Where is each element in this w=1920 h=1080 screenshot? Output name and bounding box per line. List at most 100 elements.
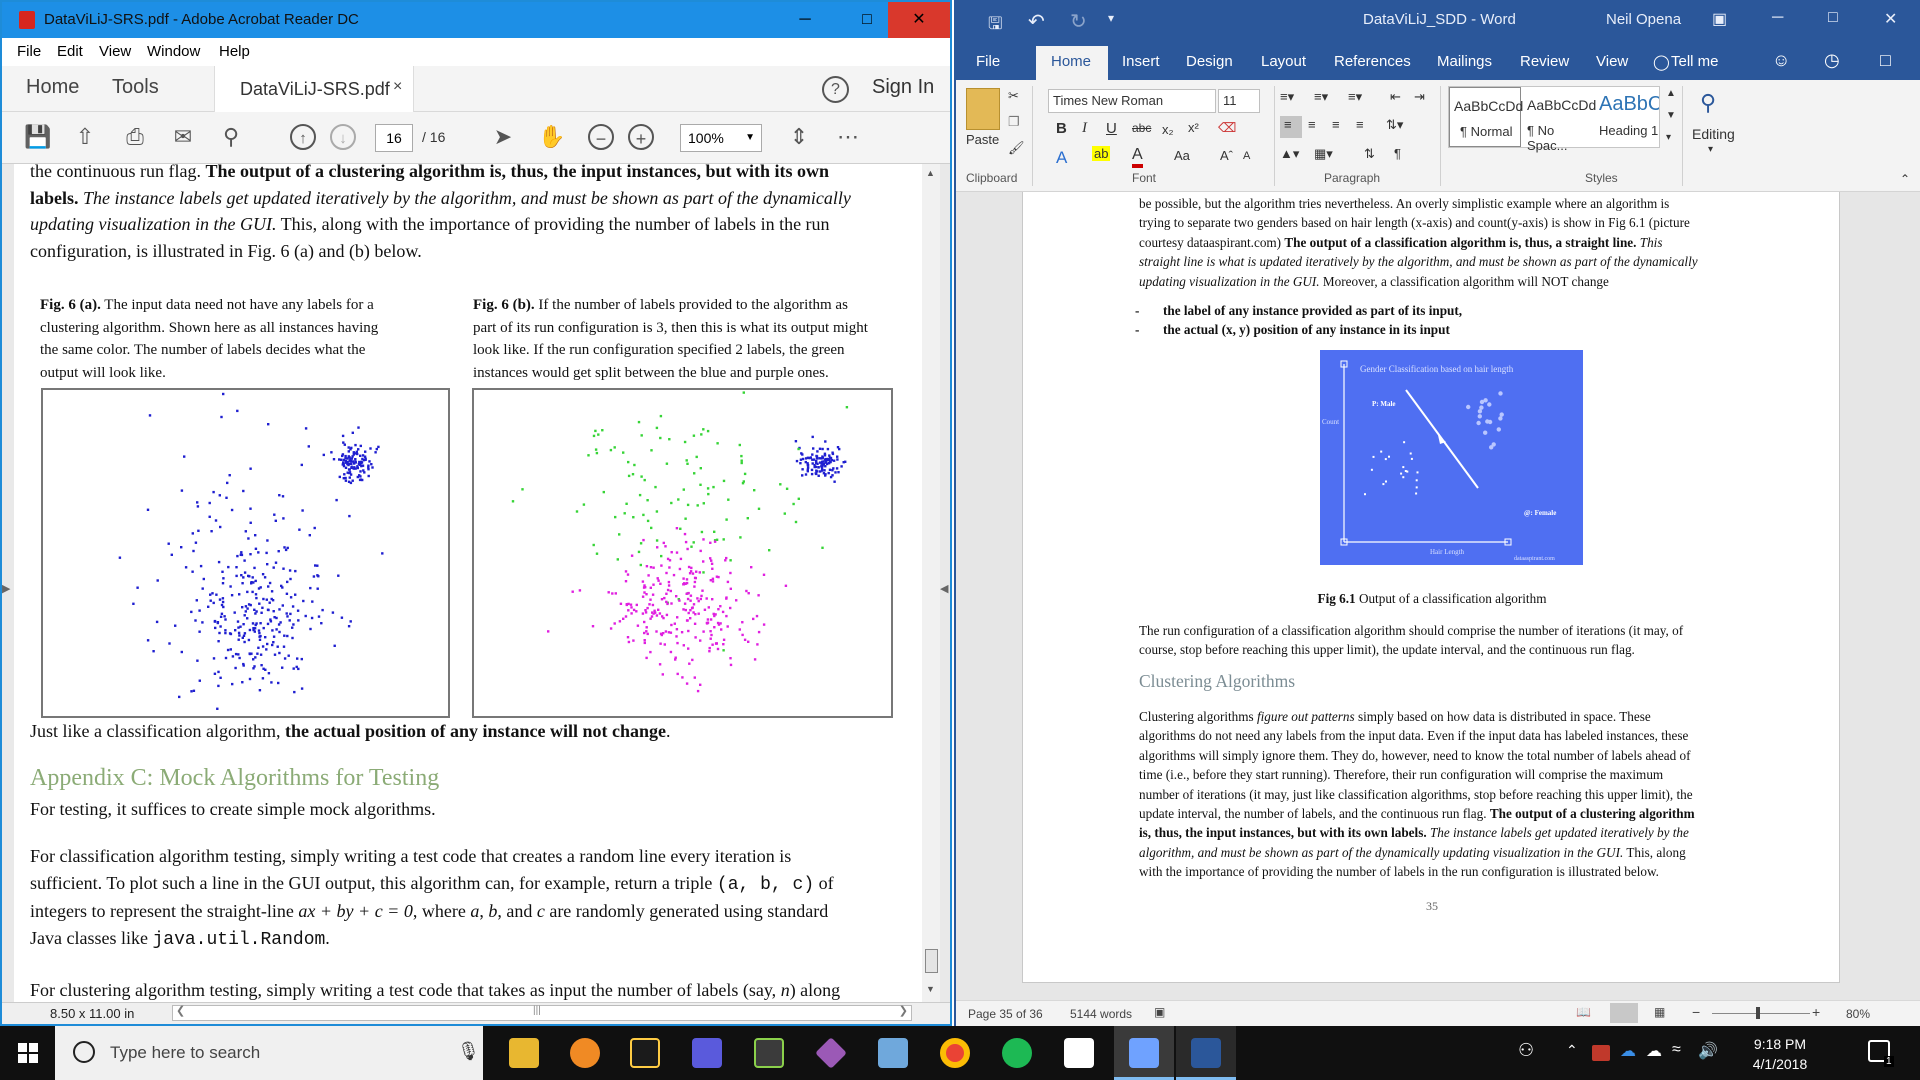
zoom-out-icon[interactable]: − [588,124,614,150]
increase-indent-icon[interactable]: ⇥ [1414,89,1425,105]
people-icon[interactable]: ⚇ [1518,1040,1534,1061]
scroll-thumb[interactable] [925,949,938,973]
zoom-in-icon[interactable]: + [628,124,654,150]
notepad-icon[interactable] [1064,1038,1094,1068]
tab-mailings[interactable]: Mailings [1437,53,1492,70]
clock[interactable]: 9:18 PM 4/1/2018 [1740,1034,1820,1074]
sort-icon[interactable]: ⇅ [1364,146,1375,162]
zoom-select[interactable]: 100% ▼ [680,124,762,152]
fit-page-icon[interactable]: ⇕ [786,124,812,150]
styles-scroll-up-icon[interactable]: ▲ [1666,88,1676,99]
upload-icon[interactable]: ⇧ [72,124,98,150]
paste-button[interactable]: Paste [966,132,999,147]
pdf-vertical-scrollbar[interactable]: ▲ ▼ [922,164,940,1002]
gitkraken-icon[interactable] [754,1038,784,1068]
style-no-spacing[interactable]: AaBbCcDd ¶ No Spac... [1521,87,1596,153]
cloud-icon[interactable]: ☁ [1646,1041,1662,1061]
grow-font-icon[interactable]: Aˆ [1220,148,1233,163]
tab-layout[interactable]: Layout [1261,53,1306,70]
bold-icon[interactable]: B [1056,120,1067,137]
align-left-icon[interactable]: ≡ [1280,116,1302,138]
find-icon[interactable]: ⚲ [1700,90,1716,116]
align-right-icon[interactable]: ≡ [1332,117,1340,132]
copy-icon[interactable]: ❐ [1008,114,1020,130]
gmail-icon[interactable] [1592,1045,1610,1061]
home-tab[interactable]: Home [26,76,79,99]
font-color-icon[interactable]: A [1132,146,1143,168]
bullets-icon[interactable]: ≡▾ [1280,89,1294,105]
minimize-button[interactable]: ─ [774,2,836,38]
onedrive-icon[interactable]: ☁ [1620,1041,1636,1061]
clear-formatting-icon[interactable]: ⌫ [1218,120,1236,136]
save-icon[interactable]: 💾 [24,124,51,150]
strikethrough-icon[interactable]: abc [1132,121,1151,135]
styles-scroll-down-icon[interactable]: ▼ [1666,110,1676,121]
intellij-icon[interactable] [630,1038,660,1068]
acrobat-taskbar-button[interactable] [1114,1026,1174,1080]
mail-icon[interactable]: ✉ [170,124,196,150]
format-painter-icon[interactable]: 🖌 [1008,140,1025,156]
undo-icon[interactable]: ↶ [1028,9,1045,34]
git-icon[interactable] [815,1037,847,1069]
document-tab[interactable]: DataViLiJ-SRS.pdf × [214,66,414,112]
print-icon[interactable]: ⎙ [122,124,148,150]
wifi-icon[interactable]: ≈ [1672,1041,1681,1059]
tab-close-icon[interactable]: × [393,78,402,96]
tab-insert[interactable]: Insert [1122,53,1160,70]
tools-tab[interactable]: Tools [112,76,159,99]
tab-design[interactable]: Design [1186,53,1233,70]
microphone-icon[interactable]: 🎙 [457,1041,480,1062]
comments-icon[interactable]: □ [1880,50,1891,71]
italic-icon[interactable]: I [1082,120,1087,137]
zoom-slider[interactable] [1712,1013,1810,1014]
editing-button[interactable]: Editing [1692,126,1735,142]
autosave-save-icon[interactable]: 🖫 [988,11,1002,40]
history-icon[interactable]: ◷ [1824,50,1840,71]
shrink-font-icon[interactable]: A [1243,150,1250,162]
zoom-out-icon[interactable]: − [1692,1004,1700,1020]
print-layout-icon[interactable] [1610,1003,1638,1023]
tell-me-box[interactable]: Tell me [1671,53,1719,70]
scroll-up-icon[interactable]: ▲ [926,168,935,178]
spotify-icon[interactable] [1002,1038,1032,1068]
line-spacing-icon[interactable]: ⇅▾ [1386,117,1403,133]
tab-view[interactable]: View [1596,53,1628,70]
app-icon[interactable] [692,1038,722,1068]
zoom-in-icon[interactable]: + [1812,1004,1820,1020]
scroll-right-icon[interactable]: ❯ [899,1004,908,1017]
justify-icon[interactable]: ≡ [1356,117,1364,132]
font-size-select[interactable]: 11 [1218,89,1260,113]
file-explorer-icon[interactable] [509,1038,539,1068]
scroll-left-icon[interactable]: ❮ [176,1004,185,1017]
horizontal-scrollbar[interactable]: ❮ ||| ❯ [172,1005,912,1021]
font-name-select[interactable]: Times New Roman [1048,89,1216,113]
superscript-icon[interactable]: x² [1188,120,1199,135]
user-name[interactable]: Neil Opena [1606,11,1681,28]
scroll-down-icon[interactable]: ▼ [926,984,935,994]
multilevel-list-icon[interactable]: ≡▾ [1348,89,1362,105]
taskbar-search[interactable]: Type here to search 🎙 [55,1026,483,1080]
ribbon-display-icon[interactable]: ▣ [1712,9,1727,29]
paste-icon[interactable] [966,88,1000,130]
qat-customize-icon[interactable]: ▾ [1108,11,1114,25]
tab-file[interactable]: File [976,53,1000,70]
show-marks-icon[interactable]: ¶ [1394,146,1401,161]
page-number-input[interactable]: 16 [375,124,413,152]
proofing-icon[interactable]: ▣ [1154,1005,1165,1019]
tab-home[interactable]: Home [1036,46,1108,80]
highlight-icon[interactable]: ab [1092,146,1111,161]
tab-references[interactable]: References [1334,53,1411,70]
more-tools-icon[interactable]: ⋯ [836,124,862,150]
menu-window[interactable]: Window [147,43,200,60]
change-case-icon[interactable]: Aa [1174,148,1190,163]
minimize-button[interactable]: ─ [1772,9,1783,27]
close-button[interactable]: ✕ [888,2,950,38]
virtualbox-icon[interactable] [878,1038,908,1068]
windows-start-icon[interactable] [18,1043,38,1063]
redo-icon[interactable]: ↻ [1070,9,1087,34]
underline-icon[interactable]: U [1106,120,1117,137]
blender-icon[interactable] [570,1038,600,1068]
page-down-icon[interactable]: ↓ [330,124,356,150]
volume-icon[interactable]: 🔊 [1698,1041,1718,1061]
share-icon[interactable]: ☺ [1772,50,1790,71]
